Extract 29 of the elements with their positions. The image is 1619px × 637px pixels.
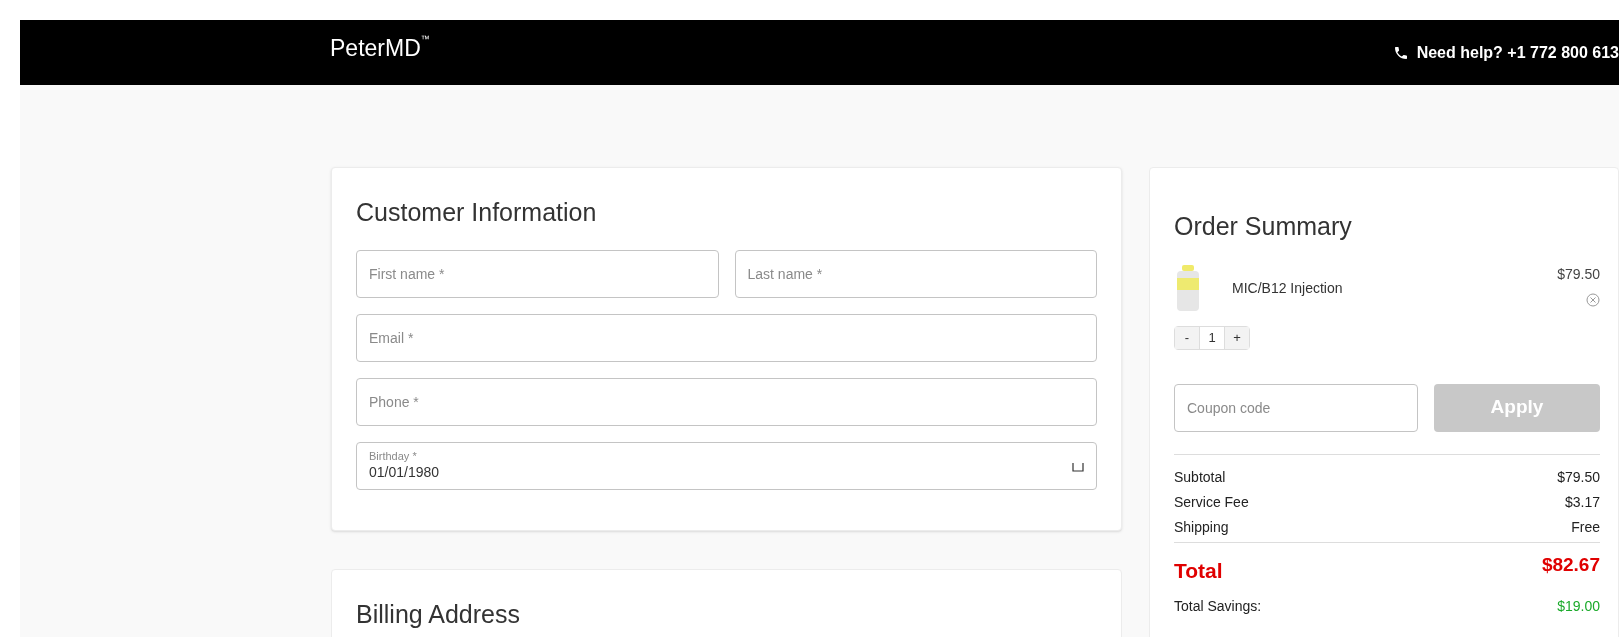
total-label: Total — [1174, 557, 1223, 584]
summary-label: Subtotal — [1174, 467, 1226, 487]
section-title: Customer Information — [356, 197, 598, 228]
savings-label: Total Savings: — [1174, 597, 1262, 616]
birthday-field[interactable]: Birthday * 01/01/1980 — [356, 441, 1097, 490]
logo[interactable]: PeterMD™ — [330, 31, 430, 66]
savings-value: $19.00 — [1557, 597, 1600, 616]
date-value: 01/01/1980 — [369, 463, 440, 482]
product-name: MIC/B12 Injection — [1232, 278, 1344, 298]
field-label: Birthday * — [369, 449, 418, 464]
total-value: $82.67 — [1541, 552, 1600, 577]
remove-icon[interactable] — [1586, 292, 1600, 307]
summary-value: $79.50 — [1557, 467, 1600, 487]
summary-value: Free — [1571, 517, 1600, 537]
help-phone-text[interactable]: Need help? +1 772 800 613 — [1416, 40, 1619, 65]
summary-label: Shipping — [1174, 517, 1229, 537]
input-field[interactable]: First name * — [356, 249, 719, 298]
summary-value: $3.17 — [1564, 492, 1600, 512]
increment-button[interactable]: + — [1225, 326, 1249, 349]
section-title: Order Summary — [1174, 211, 1353, 242]
input-field[interactable]: Last name * — [734, 249, 1097, 298]
phone-icon — [1392, 44, 1409, 61]
decrement-button[interactable]: - — [1175, 326, 1199, 349]
vial-icon — [1174, 263, 1202, 312]
summary-label: Service Fee — [1174, 492, 1249, 512]
input-field[interactable]: Email * — [356, 313, 1097, 362]
product-price: $79.50 — [1557, 264, 1600, 284]
section-title: Billing Address — [356, 598, 521, 630]
input-field[interactable]: Phone * — [356, 377, 1097, 426]
